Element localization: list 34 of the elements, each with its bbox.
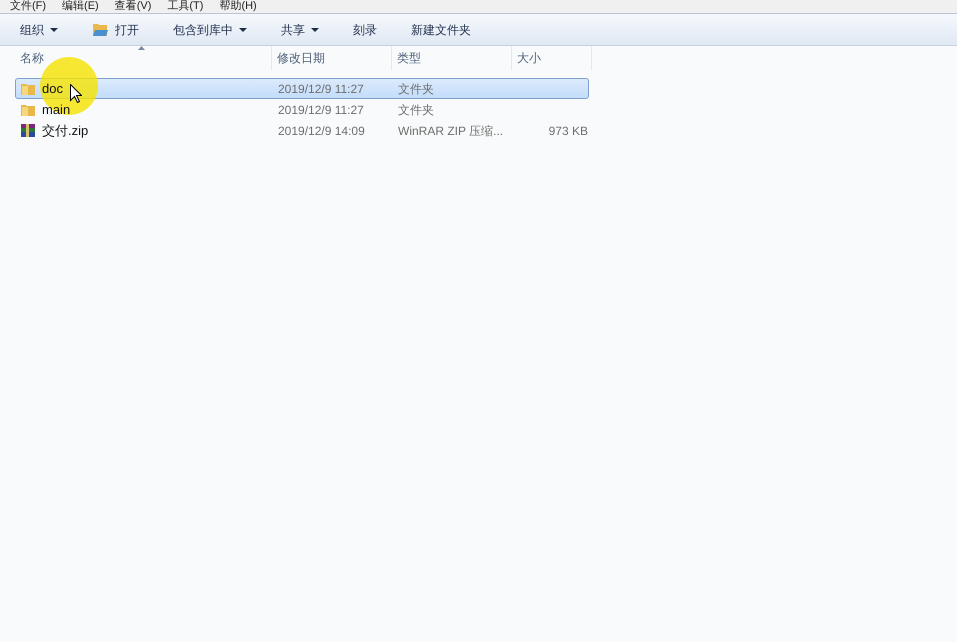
folder-icon [20,82,36,96]
column-header[interactable]: 类型 [392,46,512,70]
date-cell-text: 2019/12/9 11:27 [277,102,365,118]
menu-item[interactable]: 查看(V) [114,0,152,13]
caret-icon [239,28,247,32]
file-row[interactable]: doc 2019/12/9 11:27 文件夹 [15,78,589,99]
file-name: doc [42,80,63,98]
menu-item[interactable]: 工具(T) [167,0,204,13]
toolbar-button[interactable]: 新建文件夹 [403,16,479,42]
toolbar-button[interactable]: 刻录 [345,16,385,42]
type-cell-text: 文件夹 [397,102,435,118]
column-header[interactable]: 修改日期 [272,46,392,70]
toolbar-button[interactable]: 组织 [12,16,66,42]
archive-icon [20,122,36,138]
folder-icon [92,22,109,37]
file-row[interactable]: 交付.zip 2019/12/9 14:09 WinRAR ZIP 压缩... 973 KB [15,120,589,141]
menu-item[interactable]: 文件(F) [10,0,46,13]
caret-icon [50,28,58,32]
caret-icon [311,28,319,32]
menu-item[interactable]: 编辑(E) [62,0,99,13]
folder-icon [20,102,36,116]
toolbar-button[interactable]: 共享 [273,16,327,42]
file-name: 交付.zip [42,122,88,140]
toolbar-button[interactable]: 包含到库中 [165,16,255,42]
menu-item[interactable]: 帮助(H) [219,0,257,13]
type-cell-text: WinRAR ZIP 压缩... [397,122,504,140]
date-cell-text: 2019/12/9 11:27 [277,80,365,98]
column-header[interactable]: 大小 [512,46,592,70]
type-cell-text: 文件夹 [397,80,435,98]
cursor-icon [70,84,82,103]
toolbar-button[interactable]: 打开 [84,16,147,42]
date-cell-text: 2019/12/9 14:09 [277,122,366,140]
sort-arrow-icon [138,46,145,50]
size-cell: 973 KB [548,124,588,138]
